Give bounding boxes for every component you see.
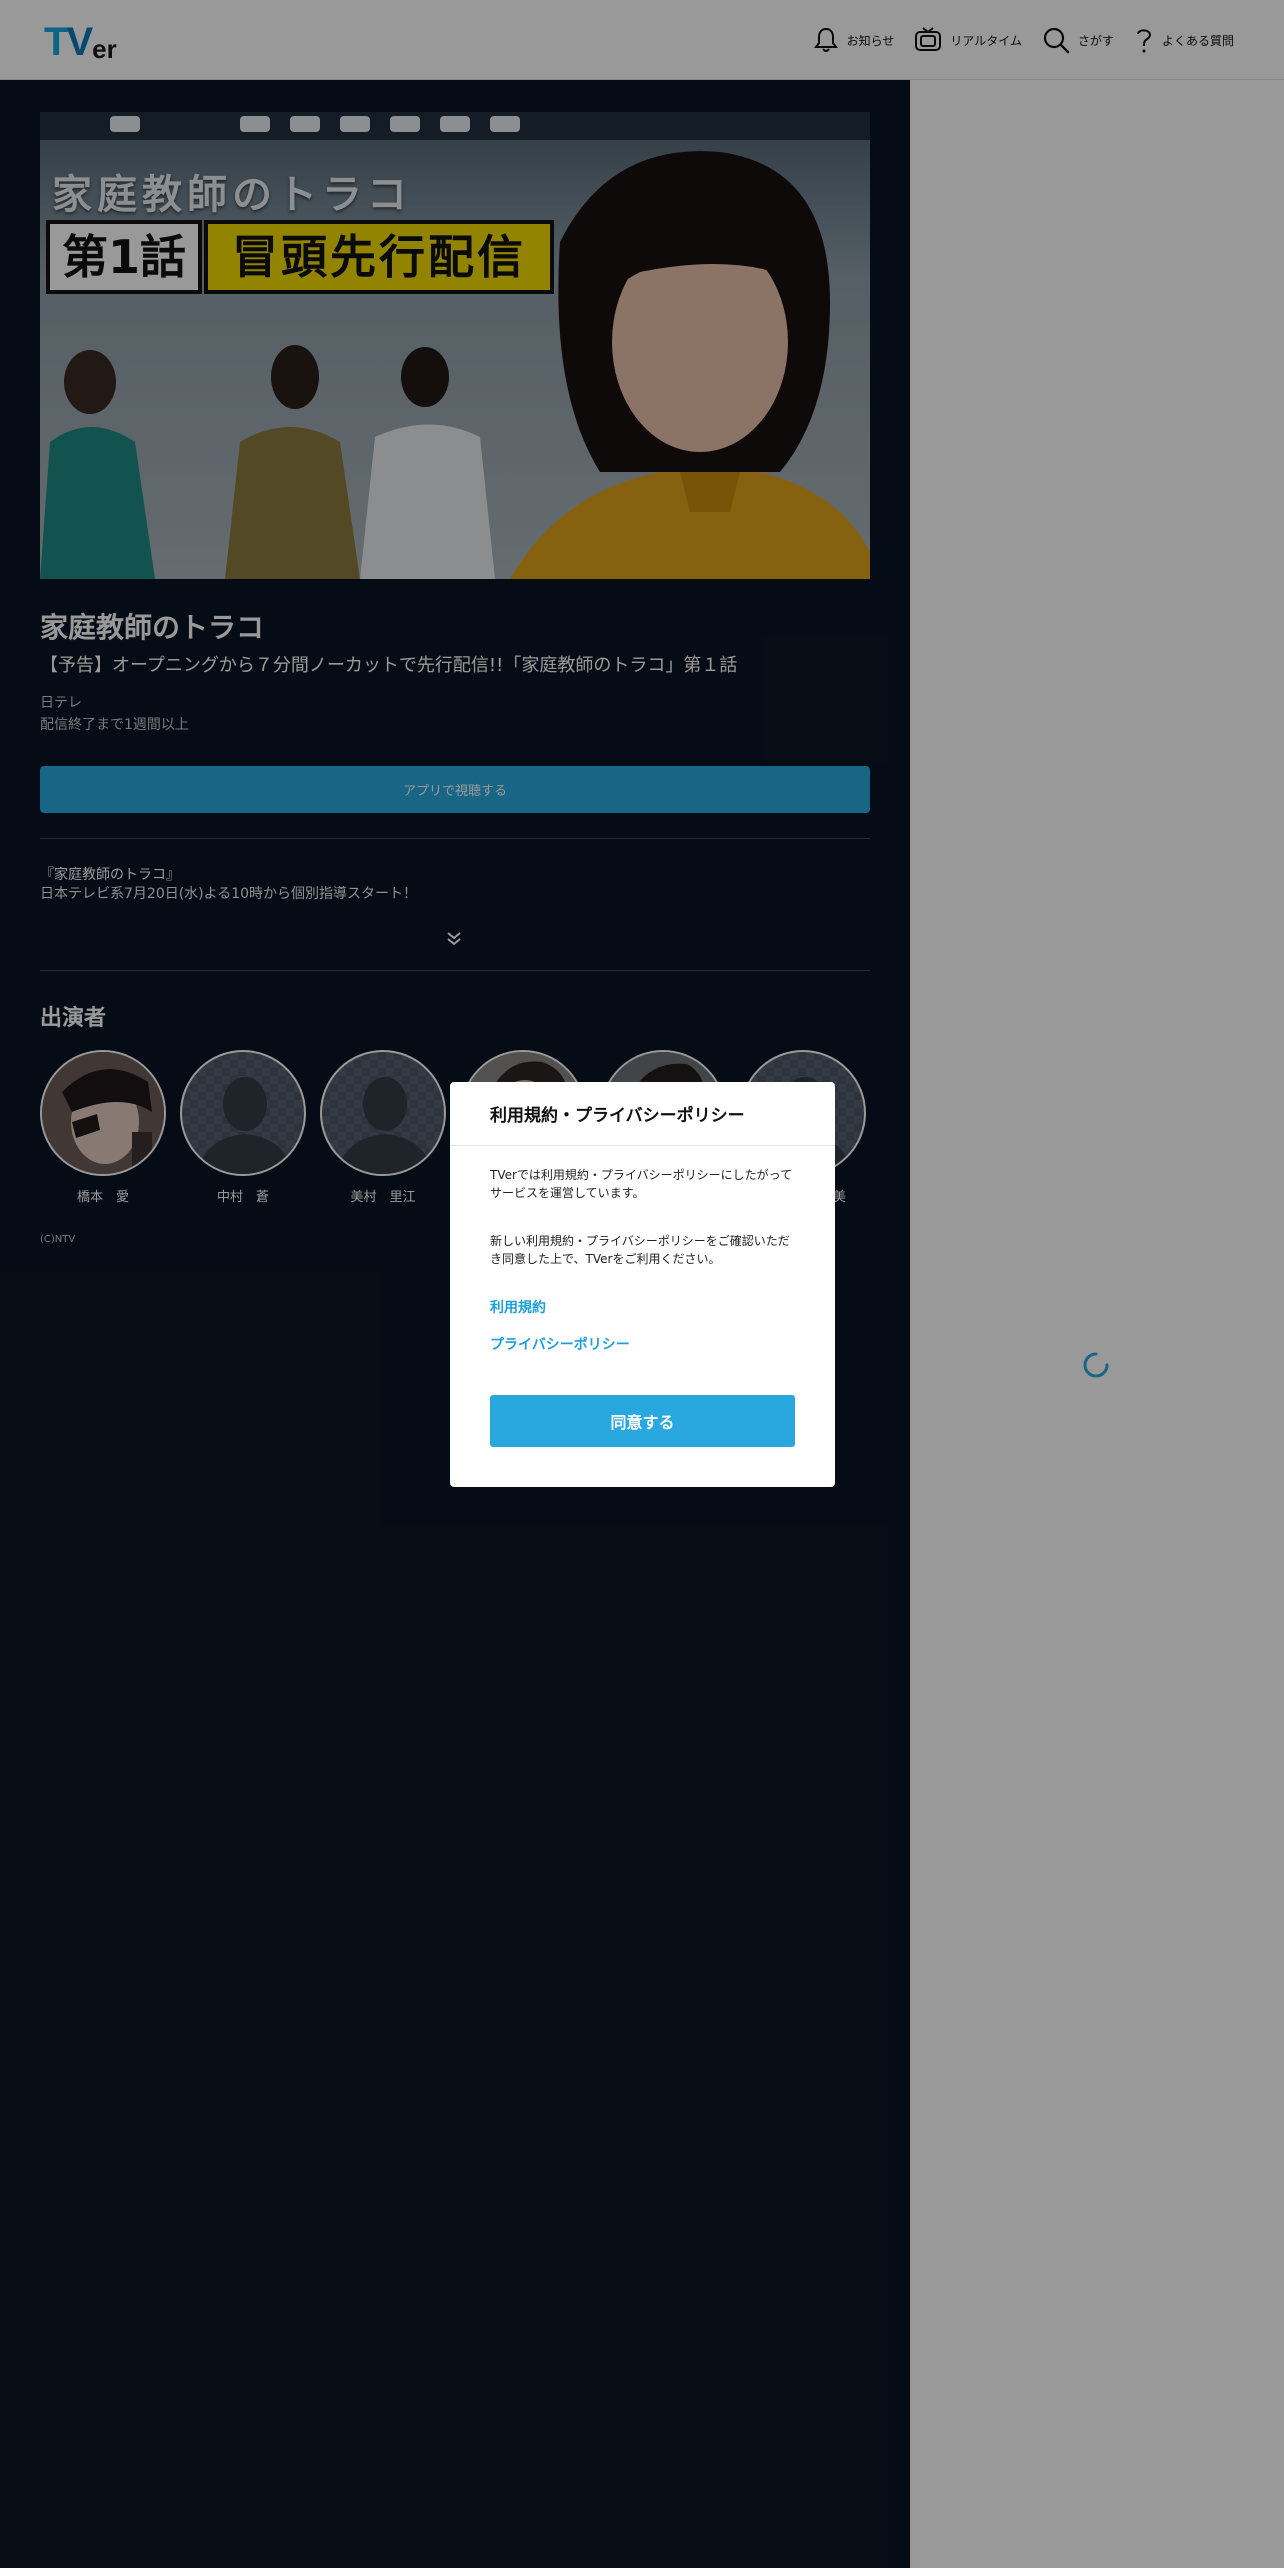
modal-paragraph-1: TVerでは利用規約・プライバシーポリシーにしたがってサービスを運営しています。 xyxy=(490,1168,793,1200)
terms-link[interactable]: 利用規約 xyxy=(490,1297,546,1317)
modal-title: 利用規約・プライバシーポリシー xyxy=(490,1106,745,1126)
agree-button[interactable]: 同意する xyxy=(490,1395,795,1447)
modal-paragraph-2: 新しい利用規約・プライバシーポリシーをご確認いただき同意した上で、TVerをご利… xyxy=(490,1234,790,1266)
modal-divider xyxy=(450,1145,835,1146)
privacy-policy-link[interactable]: プライバシーポリシー xyxy=(490,1334,630,1354)
terms-modal: 利用規約・プライバシーポリシー TVerでは利用規約・プライバシーポリシーにした… xyxy=(450,1082,835,1487)
